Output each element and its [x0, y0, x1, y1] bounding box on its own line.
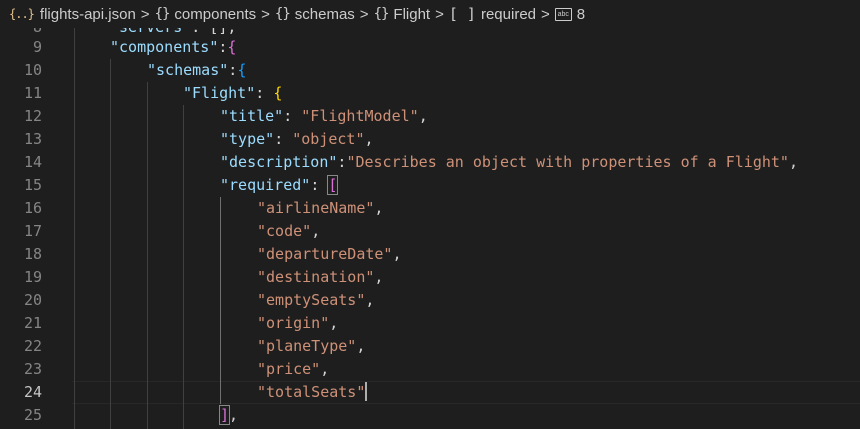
chevron-right-icon: >	[140, 5, 150, 23]
object-icon: {}	[274, 6, 291, 22]
breadcrumb-item-8-label: 8	[576, 5, 586, 23]
breadcrumb-flight[interactable]: {} Flight	[374, 6, 431, 23]
breadcrumb-schemas-label: schemas	[294, 5, 355, 23]
breadcrumb: {..} flights-api.json > {} components > …	[0, 0, 860, 28]
json-bracket-matched: [	[327, 175, 339, 195]
code-line: "code",	[257, 220, 320, 243]
code-line: "components":{	[110, 36, 236, 59]
json-punctuation: ,	[788, 153, 798, 171]
json-punctuation: :	[310, 176, 329, 194]
code-line: "airlineName",	[257, 197, 383, 220]
code-editor[interactable]: 8 9 10 11 12 13 14 15 16 17 18 19 20 21 …	[0, 28, 860, 429]
breadcrumb-flight-label: Flight	[393, 5, 431, 23]
code-line: "emptySeats",	[257, 289, 374, 312]
indent-guide	[110, 59, 111, 429]
code-line: "price",	[257, 358, 329, 381]
code-line: "origin",	[257, 312, 338, 335]
json-brace: {	[227, 38, 237, 56]
object-icon: {}	[373, 6, 390, 22]
chevron-right-icon: >	[435, 5, 444, 23]
json-punctuation: :	[274, 130, 293, 148]
json-file-icon: {..}	[9, 7, 35, 21]
json-punctuation: ,	[320, 360, 330, 378]
object-icon: {}	[154, 6, 171, 22]
code-line: "required": [	[220, 174, 339, 197]
code-line: "schemas":{	[147, 59, 246, 82]
indent-guide	[183, 105, 184, 429]
code-line: "departureDate",	[257, 243, 402, 266]
code-line: "planeType",	[257, 335, 365, 358]
json-string: "FlightModel"	[301, 107, 419, 125]
json-punctuation: ,	[374, 268, 384, 286]
code-line: "destination",	[257, 266, 383, 289]
json-punctuation: :	[228, 61, 238, 79]
json-string: "destination"	[257, 268, 375, 286]
json-key: "title"	[220, 107, 284, 125]
breadcrumb-components-label: components	[174, 5, 257, 23]
breadcrumb-item-8[interactable]: abc 8	[554, 5, 586, 23]
json-key: "description"	[220, 153, 338, 171]
text-cursor	[365, 382, 368, 401]
code-line: "title": "FlightModel",	[220, 105, 428, 128]
json-string: "airlineName"	[257, 199, 375, 217]
json-punctuation: ,	[311, 222, 321, 240]
json-string: "origin"	[257, 314, 330, 332]
json-string: "code"	[257, 222, 312, 240]
json-brace: {	[237, 61, 247, 79]
json-punctuation: ,	[364, 130, 374, 148]
json-punctuation: ,	[229, 406, 239, 424]
code-area[interactable]: "servers": [], "components":{ "schemas":…	[0, 28, 860, 429]
indent-guide	[74, 28, 75, 429]
json-string: "departureDate"	[257, 245, 393, 263]
indent-guide	[147, 82, 148, 429]
json-string: "object"	[292, 130, 365, 148]
current-line-highlight	[72, 381, 860, 404]
code-line: "description":"Describes an object with …	[220, 151, 798, 174]
json-punctuation: ,	[356, 337, 366, 355]
json-punctuation: ,	[418, 107, 428, 125]
breadcrumb-required-label: required	[480, 5, 537, 23]
json-key: "type"	[220, 130, 275, 148]
indent-guide-active	[220, 197, 221, 404]
json-string: "emptySeats"	[257, 291, 366, 309]
json-punctuation: ,	[374, 199, 384, 217]
code-line: "type": "object",	[220, 128, 374, 151]
json-key: "servers"	[110, 28, 191, 36]
code-line: "Flight": {	[183, 82, 282, 105]
chevron-right-icon: >	[541, 5, 550, 23]
json-key: "components"	[110, 38, 219, 56]
chevron-right-icon: >	[359, 5, 369, 23]
breadcrumb-file[interactable]: {..} flights-api.json	[0, 6, 136, 23]
json-key: "schemas"	[147, 61, 229, 79]
code-line-active: "totalSeats"	[257, 381, 368, 404]
json-punctuation: : [],	[191, 28, 236, 36]
chevron-right-icon: >	[261, 5, 270, 23]
code-line: ],	[218, 404, 239, 427]
json-brace: {	[273, 84, 283, 102]
json-punctuation: :	[283, 107, 302, 125]
json-punctuation: ,	[392, 245, 402, 263]
json-string: "planeType"	[257, 337, 357, 355]
string-icon: abc	[554, 7, 572, 21]
breadcrumb-file-label: flights-api.json	[39, 5, 136, 23]
json-key: "Flight"	[183, 84, 256, 102]
json-punctuation: ,	[365, 291, 375, 309]
json-punctuation: :	[255, 84, 274, 102]
breadcrumb-schemas[interactable]: {} schemas	[275, 6, 355, 23]
json-string: "totalSeats"	[257, 383, 366, 401]
array-icon: [ ]	[448, 5, 476, 23]
json-string: "Describes an object with properties of …	[346, 153, 789, 171]
json-punctuation: ,	[329, 314, 339, 332]
json-key: "required"	[220, 176, 311, 194]
json-string: "price"	[257, 360, 321, 378]
breadcrumb-required[interactable]: [ ] required	[449, 5, 536, 23]
json-bracket-matched: ]	[218, 405, 231, 425]
breadcrumb-components[interactable]: {} components	[155, 6, 257, 23]
